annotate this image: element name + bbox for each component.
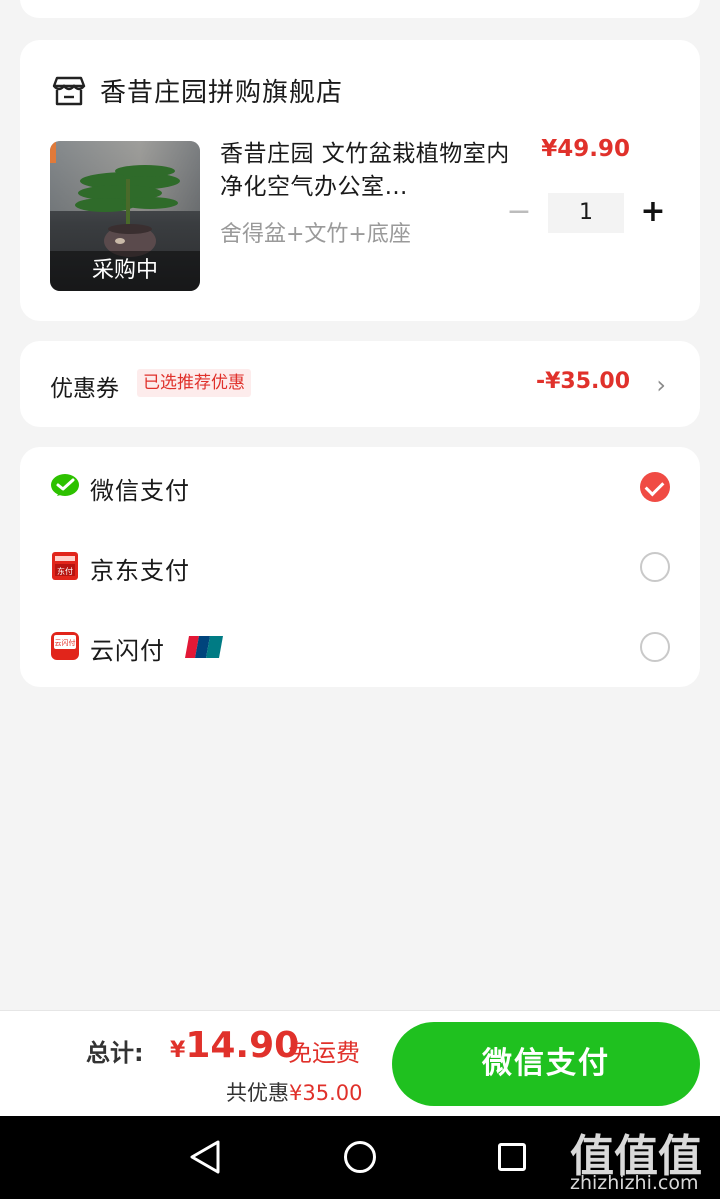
payment-option-wechat[interactable]: 微信支付 [20, 447, 700, 527]
store-card: 香昔庄园拼购旗舰店 采购中 香昔庄园 文竹盆栽植物室内净化空气办公室… 舍得盆+… [20, 40, 700, 321]
coupon-badge: 已选推荐优惠 [137, 369, 251, 397]
store-icon [52, 76, 86, 105]
coupon-amount: -¥35.00 [535, 369, 630, 394]
currency-symbol: ¥ [170, 1038, 186, 1063]
quantity-value[interactable]: 1 [548, 193, 624, 233]
coupon-row[interactable]: 优惠券 已选推荐优惠 -¥35.00 › [20, 341, 700, 427]
wechat-pay-button[interactable]: 微信支付 [392, 1022, 700, 1106]
product-thumbnail[interactable]: 采购中 [50, 141, 200, 291]
payment-label-quickpass: 云闪付 [90, 637, 165, 665]
jd-pay-icon: 东付 [52, 552, 78, 580]
back-icon[interactable] [188, 1139, 222, 1175]
increase-quantity-button[interactable]: + [636, 196, 670, 230]
payment-label-wechat: 微信支付 [90, 477, 190, 505]
checkout-bar: 总计: ¥14.90 免运费 共优惠¥35.00 微信支付 [0, 1010, 720, 1116]
product-price: ¥49.90 [541, 136, 630, 162]
radio-unselected-quickpass[interactable] [640, 632, 670, 662]
home-icon[interactable] [344, 1141, 376, 1173]
system-navigation-bar: 值值值 zhizhizhi.com [0, 1116, 720, 1199]
unionpay-icon [185, 636, 223, 658]
watermark: 值值值 zhizhizhi.com [568, 1116, 718, 1196]
total-label: 总计: [86, 1039, 144, 1067]
payment-option-jd[interactable]: 东付 京东支付 [20, 527, 700, 607]
product-title[interactable]: 香昔庄园 文竹盆栽植物室内净化空气办公室… [220, 138, 510, 204]
payment-option-quickpass[interactable]: 云闪付 云闪付 [20, 607, 700, 687]
total-amount-value: 14.90 [185, 1025, 300, 1066]
radio-unselected-jd[interactable] [640, 552, 670, 582]
previous-card [20, 0, 700, 18]
store-name[interactable]: 香昔庄园拼购旗舰店 [100, 72, 343, 109]
store-header[interactable]: 香昔庄园拼购旗舰店 [52, 72, 343, 109]
total-amount: ¥14.90 [170, 1025, 299, 1066]
payment-label-jd: 京东支付 [90, 557, 190, 585]
wechat-pay-icon [51, 474, 79, 496]
chevron-right-icon: › [656, 371, 666, 399]
total-saved: 共优惠¥35.00 [226, 1077, 362, 1107]
payment-methods: 微信支付 东付 京东支付 云闪付 云闪付 [20, 447, 700, 687]
watermark-url: zhizhizhi.com [570, 1172, 699, 1194]
svg-text:云闪付: 云闪付 [55, 638, 76, 647]
product-spec[interactable]: 舍得盆+文竹+底座 [220, 216, 411, 248]
thumbnail-status-label: 采购中 [50, 251, 200, 291]
free-shipping-label: 免运费 [288, 1039, 360, 1067]
coupon-label: 优惠券 [50, 376, 119, 402]
decrease-quantity-button[interactable]: − [502, 196, 536, 230]
recent-apps-icon[interactable] [498, 1143, 526, 1171]
radio-selected-wechat[interactable] [640, 472, 670, 502]
saved-amount: ¥35.00 [289, 1081, 363, 1105]
svg-text:东付: 东付 [57, 566, 73, 576]
cloud-quickpass-icon: 云闪付 [51, 632, 79, 660]
saved-label: 共优惠 [226, 1081, 289, 1105]
quantity-stepper: − 1 + [502, 193, 670, 233]
